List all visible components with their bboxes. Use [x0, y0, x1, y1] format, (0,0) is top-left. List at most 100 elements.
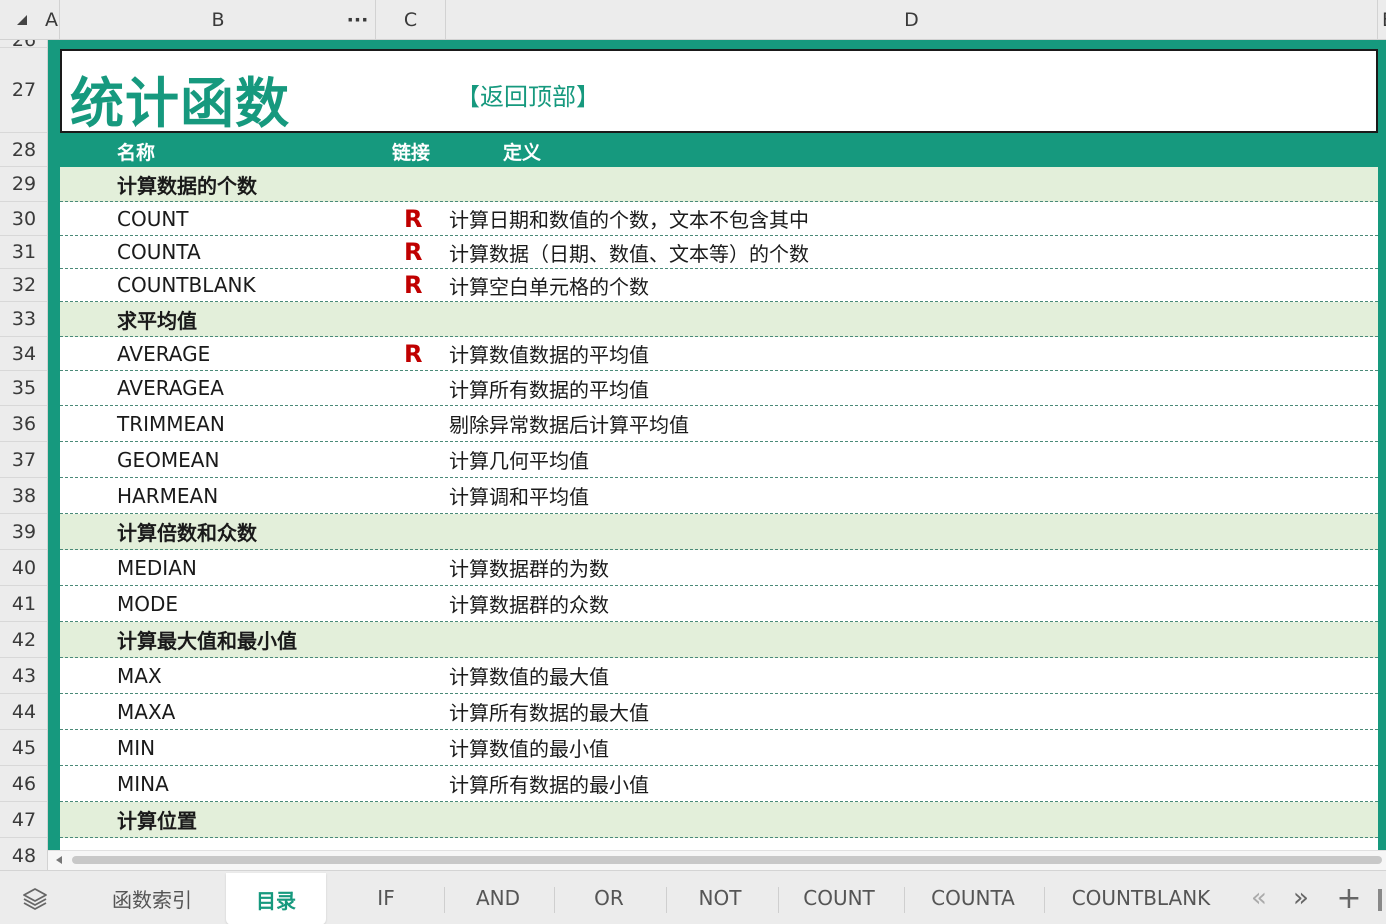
function-link[interactable]: R [404, 202, 422, 235]
function-row-maxa[interactable]: MAXA 计算所有数据的最大值 [60, 694, 1378, 730]
function-row-mode[interactable]: MODE 计算数据群的众数 [60, 586, 1378, 622]
row-number[interactable]: 40 [0, 550, 47, 586]
row-number[interactable]: 31 [0, 236, 47, 269]
column-header-a[interactable]: A [44, 0, 60, 40]
category-row[interactable]: 求平均值 [60, 302, 1378, 337]
row-number[interactable]: 38 [0, 478, 47, 514]
function-row-countblank[interactable]: COUNTBLANK R 计算空白单元格的个数 [60, 269, 1378, 302]
function-name: MINA [117, 771, 169, 796]
row-number[interactable]: 34 [0, 337, 47, 371]
column-header-bar: A B ··· C D E [0, 0, 1386, 40]
function-name: COUNTBLANK [117, 273, 256, 297]
function-link[interactable]: R [404, 236, 422, 268]
category-name: 计算最大值和最小值 [117, 629, 297, 653]
horizontal-scroll-thumb[interactable] [72, 856, 1382, 864]
row-number[interactable]: 33 [0, 302, 47, 337]
row-number[interactable]: 48 [0, 838, 47, 870]
function-row-median[interactable]: MEDIAN 计算数据群的为数 [60, 550, 1378, 586]
tab-and[interactable]: AND [446, 871, 550, 924]
column-header-d[interactable]: D [446, 0, 1378, 40]
title-row[interactable]: 统计函数 【返回顶部】 [60, 49, 1378, 135]
column-header-b[interactable]: B [60, 0, 376, 40]
function-name: GEOMEAN [117, 447, 220, 472]
function-row-mina[interactable]: MINA 计算所有数据的最小值 [60, 766, 1378, 802]
function-definition: 计算数值数据的平均值 [449, 343, 649, 367]
sheet-grid[interactable]: 统计函数 【返回顶部】 名称 链接 定义 计算数据的个数 COUNT R 计算日… [48, 40, 1386, 850]
function-name: MEDIAN [117, 555, 197, 580]
function-link[interactable]: R [404, 269, 422, 301]
function-definition: 计算几何平均值 [449, 449, 589, 473]
tab-or[interactable]: OR [556, 871, 662, 924]
function-row-trimmean[interactable]: TRIMMEAN 剔除异常数据后计算平均值 [60, 406, 1378, 442]
scroll-left-arrow-icon[interactable] [56, 856, 62, 864]
row-number[interactable]: 28 [0, 133, 47, 167]
function-definition: 剔除异常数据后计算平均值 [449, 413, 689, 437]
tab-function-index[interactable]: 函数索引 [92, 871, 212, 924]
tab-countblank[interactable]: COUNTBLANK [1046, 871, 1236, 924]
function-definition: 计算数据群的众数 [449, 593, 609, 617]
tab-bar-resize-handle[interactable] [1378, 889, 1382, 911]
function-name: MODE [117, 591, 179, 616]
next-sheets-icon[interactable]: » [1286, 883, 1316, 913]
category-row[interactable]: 计算位置 [60, 802, 1378, 838]
category-row[interactable]: 计算最大值和最小值 [60, 622, 1378, 658]
row-number[interactable]: 37 [0, 442, 47, 478]
select-all-corner[interactable] [0, 0, 44, 40]
function-definition: 计算数据（日期、数值、文本等）的个数 [449, 241, 809, 266]
row-number[interactable]: 42 [0, 622, 47, 658]
function-row-harmean[interactable]: HARMEAN 计算调和平均值 [60, 478, 1378, 514]
row-number[interactable]: 43 [0, 658, 47, 694]
tab-separator [666, 887, 667, 913]
category-row[interactable]: 计算倍数和众数 [60, 514, 1378, 550]
function-row-average[interactable]: AVERAGE R 计算数值数据的平均值 [60, 337, 1378, 371]
add-sheet-icon[interactable]: + [1334, 881, 1364, 916]
function-name: TRIMMEAN [117, 411, 225, 436]
function-row-counta[interactable]: COUNTA R 计算数据（日期、数值、文本等）的个数 [60, 236, 1378, 269]
function-row-count[interactable]: COUNT R 计算日期和数值的个数，文本不包含其中 [60, 202, 1378, 236]
function-name: COUNT [117, 206, 189, 231]
row-number[interactable]: 45 [0, 730, 47, 766]
function-definition: 计算日期和数值的个数，文本不包含其中 [449, 208, 809, 232]
layers-icon[interactable] [22, 886, 48, 912]
prev-sheets-icon[interactable]: « [1244, 883, 1274, 913]
row-number[interactable]: 27 [0, 48, 47, 133]
category-row[interactable]: 计算数据的个数 [60, 167, 1378, 202]
function-link[interactable]: R [404, 337, 422, 370]
tab-count[interactable]: COUNT [780, 871, 898, 924]
header-link: 链接 [392, 142, 431, 164]
row-number[interactable]: 36 [0, 406, 47, 442]
row-number[interactable]: 26 [0, 40, 47, 51]
tab-not[interactable]: NOT [668, 871, 772, 924]
function-name: AVERAGE [117, 341, 211, 366]
function-row-max[interactable]: MAX 计算数值的最大值 [60, 658, 1378, 694]
function-row-geomean[interactable]: GEOMEAN 计算几何平均值 [60, 442, 1378, 478]
row-number[interactable]: 35 [0, 371, 47, 406]
column-header-c[interactable]: C [376, 0, 446, 40]
tab-separator [444, 887, 445, 913]
back-to-top-link[interactable]: 【返回顶部】 [456, 77, 600, 112]
select-all-triangle-icon [17, 15, 27, 25]
row-number[interactable]: 46 [0, 766, 47, 802]
row-header-column: 26 27 28 29 30 31 32 33 34 35 36 37 38 3… [0, 40, 48, 870]
horizontal-scrollbar[interactable] [48, 850, 1386, 870]
function-name: AVERAGEA [117, 376, 224, 400]
row-number[interactable]: 47 [0, 802, 47, 838]
column-more-button[interactable]: ··· [340, 0, 376, 40]
function-definition: 计算所有数据的最小值 [449, 773, 649, 797]
tab-contents[interactable]: 目录 [226, 873, 326, 924]
row-number[interactable]: 29 [0, 167, 47, 202]
row-number[interactable]: 44 [0, 694, 47, 730]
function-row-averagea[interactable]: AVERAGEA 计算所有数据的平均值 [60, 371, 1378, 406]
function-definition: 计算数值的最大值 [449, 665, 609, 689]
row-number[interactable]: 41 [0, 586, 47, 622]
table-header-row: 名称 链接 定义 [60, 133, 1378, 167]
category-name: 计算数据的个数 [117, 173, 257, 198]
function-name: MAX [117, 663, 162, 688]
tab-if[interactable]: IF [338, 871, 434, 924]
row-number[interactable]: 30 [0, 202, 47, 236]
tab-counta[interactable]: COUNTA [906, 871, 1040, 924]
row-number[interactable]: 39 [0, 514, 47, 550]
column-header-e[interactable]: E [1378, 0, 1386, 40]
row-number[interactable]: 32 [0, 269, 47, 302]
function-row-min[interactable]: MIN 计算数值的最小值 [60, 730, 1378, 766]
